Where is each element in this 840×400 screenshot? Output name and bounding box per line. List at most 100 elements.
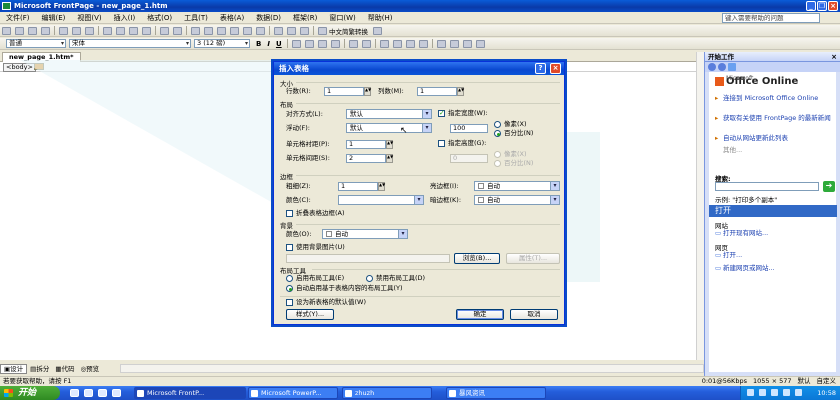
increase-indent-icon[interactable] [418, 39, 428, 48]
highlight-icon[interactable] [449, 39, 459, 48]
task-pane-close-icon[interactable]: × [831, 52, 837, 62]
task-zhuzh[interactable]: zhuzh [342, 387, 432, 399]
underline-button[interactable]: U [276, 40, 282, 48]
cols-input[interactable]: 1 [417, 87, 457, 96]
tray-icon[interactable] [795, 389, 802, 396]
menu-file[interactable]: 文件(F) [0, 12, 36, 24]
menu-data[interactable]: 数据(D) [250, 12, 287, 24]
task-frontpage[interactable]: Microsoft FrontP... [134, 387, 246, 399]
start-button[interactable]: 开始 [0, 386, 60, 400]
border-size-spinner[interactable]: ▲▼ [378, 182, 385, 191]
tab-split[interactable]: ▤ 拆分 [27, 364, 52, 374]
align-center-icon[interactable] [304, 39, 314, 48]
tab-code[interactable]: ▦ 代码 [52, 364, 77, 374]
ime-icon[interactable] [318, 26, 327, 35]
set-default-checkbox[interactable] [286, 299, 293, 306]
tray-icon[interactable] [759, 389, 766, 396]
help-question-input[interactable]: 键入需要帮助的问题 [722, 13, 820, 23]
task-baofeng[interactable]: 暴风资讯 [446, 387, 546, 399]
float-dropdown[interactable]: 默认 ▾ [346, 123, 432, 133]
border-color-dropdown[interactable]: ▾ [338, 195, 424, 205]
bg-color-dropdown[interactable]: 自动 ▾ [322, 229, 408, 239]
publish-icon[interactable] [41, 26, 50, 35]
light-border-dropdown[interactable]: 自动 ▾ [474, 181, 560, 191]
insert-picture-icon[interactable] [230, 26, 239, 35]
dialog-close-icon[interactable]: × [550, 63, 561, 74]
redo-icon[interactable] [173, 26, 182, 35]
menu-help[interactable]: 帮助(H) [362, 12, 399, 24]
width-pixels-radio[interactable] [494, 121, 501, 128]
status-page-size[interactable]: 1055 × 577 [753, 377, 792, 386]
status-mode-custom[interactable]: 自定义 [817, 377, 837, 386]
cell-spacing-spinner[interactable]: ▲▼ [386, 154, 393, 163]
insert-layer-icon[interactable] [217, 26, 226, 35]
bold-button[interactable]: B [256, 40, 261, 48]
specify-width-checkbox[interactable] [438, 109, 445, 117]
frontpage-news-link[interactable]: 获取有关使用 FrontPage 的最新新闻 [715, 114, 833, 122]
menu-format[interactable]: 格式(O) [141, 12, 178, 24]
task-pane-title[interactable]: 开始工作 [708, 53, 734, 61]
cols-spinner[interactable]: ▲▼ [457, 87, 464, 96]
cell-padding-spinner[interactable]: ▲▼ [386, 140, 393, 149]
status-download-time[interactable]: 0:01@56Kbps [702, 377, 747, 386]
menu-tools[interactable]: 工具(T) [178, 12, 214, 24]
print-icon[interactable] [59, 26, 68, 35]
auto-layout-tools-radio[interactable] [286, 285, 293, 292]
align-left-icon[interactable] [291, 39, 301, 48]
clock[interactable]: 10:58 [817, 386, 836, 400]
web-component-icon[interactable] [191, 26, 200, 35]
open-page-link[interactable]: 打开... [715, 251, 833, 259]
width-percent-radio[interactable] [494, 130, 501, 137]
rows-spinner[interactable]: ▲▼ [364, 87, 371, 96]
show-all-icon[interactable] [300, 26, 309, 35]
insert-table-icon[interactable] [204, 26, 213, 35]
horizontal-scrollbar[interactable] [120, 364, 704, 373]
refresh-icon[interactable] [274, 26, 283, 35]
preview-icon[interactable] [72, 26, 81, 35]
save-icon[interactable] [28, 26, 37, 35]
auto-update-link[interactable]: 自动从网站更新此列表 [715, 134, 833, 142]
status-mode-default[interactable]: 默认 [798, 377, 811, 386]
media-player-icon[interactable] [98, 389, 107, 397]
tray-icon[interactable] [783, 389, 790, 396]
font-combo[interactable]: 宋体 [69, 39, 191, 48]
tray-icon[interactable] [747, 389, 754, 396]
back-icon[interactable] [708, 63, 716, 71]
help-icon[interactable]: ? [535, 63, 546, 74]
menu-window[interactable]: 窗口(W) [323, 12, 361, 24]
task-powerpoint[interactable]: Microsoft PowerP... [248, 387, 338, 399]
home-icon[interactable] [728, 63, 736, 71]
hyperlink-icon[interactable] [256, 26, 265, 35]
numbering-icon[interactable] [379, 39, 389, 48]
paste-icon[interactable] [129, 26, 138, 35]
drawing-icon[interactable] [243, 26, 252, 35]
menu-edit[interactable]: 编辑(E) [36, 12, 72, 24]
bullets-icon[interactable] [392, 39, 402, 48]
toolbar-options-icon[interactable] [373, 26, 382, 35]
stop-icon[interactable] [287, 26, 296, 35]
align-dropdown[interactable]: 默认 ▾ [346, 109, 432, 119]
search-go-icon[interactable]: ➔ [823, 181, 835, 192]
search-input[interactable] [715, 182, 819, 191]
tray-icon[interactable] [771, 389, 778, 396]
borders-icon[interactable] [436, 39, 446, 48]
border-size-input[interactable]: 1 [338, 182, 378, 191]
connect-office-online-link[interactable]: 连接到 Microsoft Office Online [715, 94, 833, 102]
rows-input[interactable]: 1 [324, 87, 364, 96]
browse-button[interactable]: 浏览(B)... [454, 253, 500, 264]
new-page-link[interactable]: 新建网页或网站... [715, 264, 833, 272]
style-combo[interactable]: 普通 [6, 39, 66, 48]
enable-layout-tools-radio[interactable] [286, 275, 293, 282]
undo-icon[interactable] [160, 26, 169, 35]
menu-frames[interactable]: 框架(R) [287, 12, 323, 24]
menu-table[interactable]: 表格(A) [214, 12, 250, 24]
specify-height-checkbox[interactable] [438, 140, 445, 147]
open-site-link[interactable]: 打开现有网站... [715, 229, 833, 237]
format-painter-icon[interactable] [142, 26, 151, 35]
decrease-indent-icon[interactable] [405, 39, 415, 48]
open-icon[interactable] [15, 26, 24, 35]
font-color-icon[interactable] [462, 39, 472, 48]
italic-button[interactable]: I [267, 40, 270, 48]
tab-preview[interactable]: ◎ 预览 [77, 364, 102, 374]
align-right-icon[interactable] [317, 39, 327, 48]
